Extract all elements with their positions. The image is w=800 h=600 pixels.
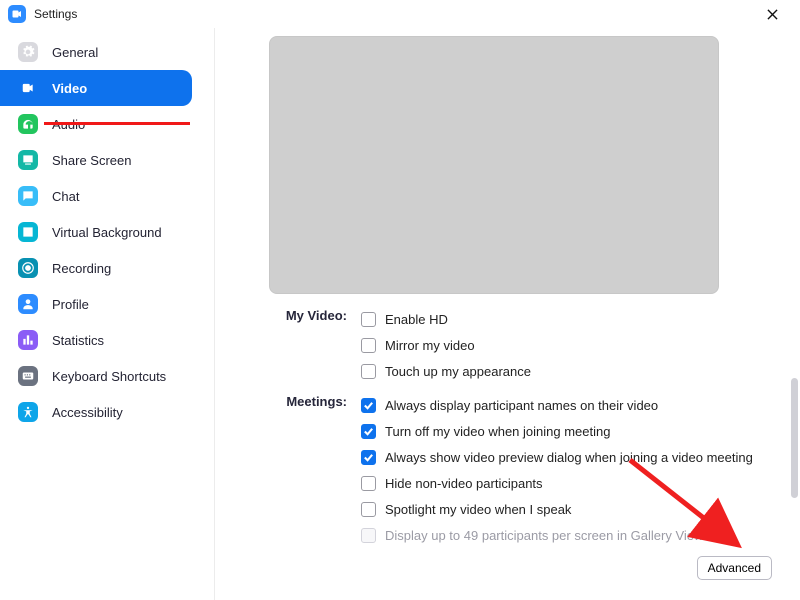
- checkbox-unchecked[interactable]: [361, 476, 376, 491]
- group-label: My Video:: [269, 306, 361, 384]
- chat-icon: [18, 186, 38, 206]
- sidebar-item-label: Share Screen: [52, 153, 132, 168]
- sidebar-item-recording[interactable]: Recording: [0, 250, 214, 286]
- opt-label: Hide non-video participants: [385, 476, 543, 491]
- sidebar-item-profile[interactable]: Profile: [0, 286, 214, 322]
- opt-label: Turn off my video when joining meeting: [385, 424, 610, 439]
- video-settings-groups: My Video: Enable HD Mirror my video Touc…: [269, 306, 780, 556]
- opt-display-participant-names[interactable]: Always display participant names on thei…: [361, 392, 780, 418]
- opt-turn-off-video-join[interactable]: Turn off my video when joining meeting: [361, 418, 780, 444]
- opt-label: Enable HD: [385, 312, 448, 327]
- opt-label: Spotlight my video when I speak: [385, 502, 571, 517]
- group-my-video: My Video: Enable HD Mirror my video Touc…: [269, 306, 780, 384]
- sidebar-item-label: Chat: [52, 189, 79, 204]
- opt-49-participants: Display up to 49 participants per screen…: [361, 522, 780, 548]
- close-icon: [767, 9, 778, 20]
- opt-label: Always show video preview dialog when jo…: [385, 450, 753, 465]
- sidebar-item-accessibility[interactable]: Accessibility: [0, 394, 214, 430]
- app-logo-icon: [8, 5, 26, 23]
- opt-touch-up[interactable]: Touch up my appearance: [361, 358, 780, 384]
- titlebar: Settings: [0, 0, 800, 28]
- opt-enable-hd[interactable]: Enable HD: [361, 306, 780, 332]
- checkbox-unchecked[interactable]: [361, 502, 376, 517]
- virtual-background-icon: [18, 222, 38, 242]
- sidebar-item-label: Recording: [52, 261, 111, 276]
- sidebar-item-label: Statistics: [52, 333, 104, 348]
- sidebar-item-video[interactable]: Video: [0, 70, 192, 106]
- settings-main: My Video: Enable HD Mirror my video Touc…: [215, 28, 800, 600]
- checkbox-disabled: [361, 528, 376, 543]
- sidebar-item-share-screen[interactable]: Share Screen: [0, 142, 214, 178]
- headphones-icon: [18, 114, 38, 134]
- checkbox-unchecked[interactable]: [361, 312, 376, 327]
- sidebar-item-label: Video: [52, 81, 87, 96]
- sidebar-item-label: General: [52, 45, 98, 60]
- sidebar-item-label: Accessibility: [52, 405, 123, 420]
- sidebar-item-label: Keyboard Shortcuts: [52, 369, 166, 384]
- video-preview: [269, 36, 719, 294]
- sidebar-item-statistics[interactable]: Statistics: [0, 322, 214, 358]
- opt-label: Mirror my video: [385, 338, 475, 353]
- opt-spotlight-speak[interactable]: Spotlight my video when I speak: [361, 496, 780, 522]
- opt-label: Touch up my appearance: [385, 364, 531, 379]
- checkbox-unchecked[interactable]: [361, 338, 376, 353]
- keyboard-icon: [18, 366, 38, 386]
- opt-hide-non-video[interactable]: Hide non-video participants: [361, 470, 780, 496]
- opt-label: Always display participant names on thei…: [385, 398, 658, 413]
- video-icon: [18, 78, 38, 98]
- opt-label: Display up to 49 participants per screen…: [385, 528, 703, 543]
- sidebar-item-label: Virtual Background: [52, 225, 162, 240]
- sidebar-item-label: Profile: [52, 297, 89, 312]
- opt-video-preview-dialog[interactable]: Always show video preview dialog when jo…: [361, 444, 780, 470]
- checkbox-checked[interactable]: [361, 450, 376, 465]
- checkbox-unchecked[interactable]: [361, 364, 376, 379]
- sidebar-item-virtual-background[interactable]: Virtual Background: [0, 214, 214, 250]
- scrollbar[interactable]: [791, 378, 798, 498]
- sidebar-item-keyboard-shortcuts[interactable]: Keyboard Shortcuts: [0, 358, 214, 394]
- group-label: Meetings:: [269, 392, 361, 548]
- settings-sidebar: General Video Audio Share Screen Chat Vi…: [0, 28, 215, 600]
- close-button[interactable]: [752, 0, 792, 28]
- checkbox-checked[interactable]: [361, 424, 376, 439]
- window-title: Settings: [34, 7, 77, 21]
- advanced-button[interactable]: Advanced: [697, 556, 772, 580]
- statistics-icon: [18, 330, 38, 350]
- gear-icon: [18, 42, 38, 62]
- recording-icon: [18, 258, 38, 278]
- sidebar-item-chat[interactable]: Chat: [0, 178, 214, 214]
- accessibility-icon: [18, 402, 38, 422]
- profile-icon: [18, 294, 38, 314]
- sidebar-item-general[interactable]: General: [0, 34, 214, 70]
- checkbox-checked[interactable]: [361, 398, 376, 413]
- annotation-underline: [44, 122, 190, 125]
- opt-mirror-video[interactable]: Mirror my video: [361, 332, 780, 358]
- settings-window: Settings General Video Audio Share Scree…: [0, 0, 800, 600]
- share-screen-icon: [18, 150, 38, 170]
- group-meetings: Meetings: Always display participant nam…: [269, 392, 780, 548]
